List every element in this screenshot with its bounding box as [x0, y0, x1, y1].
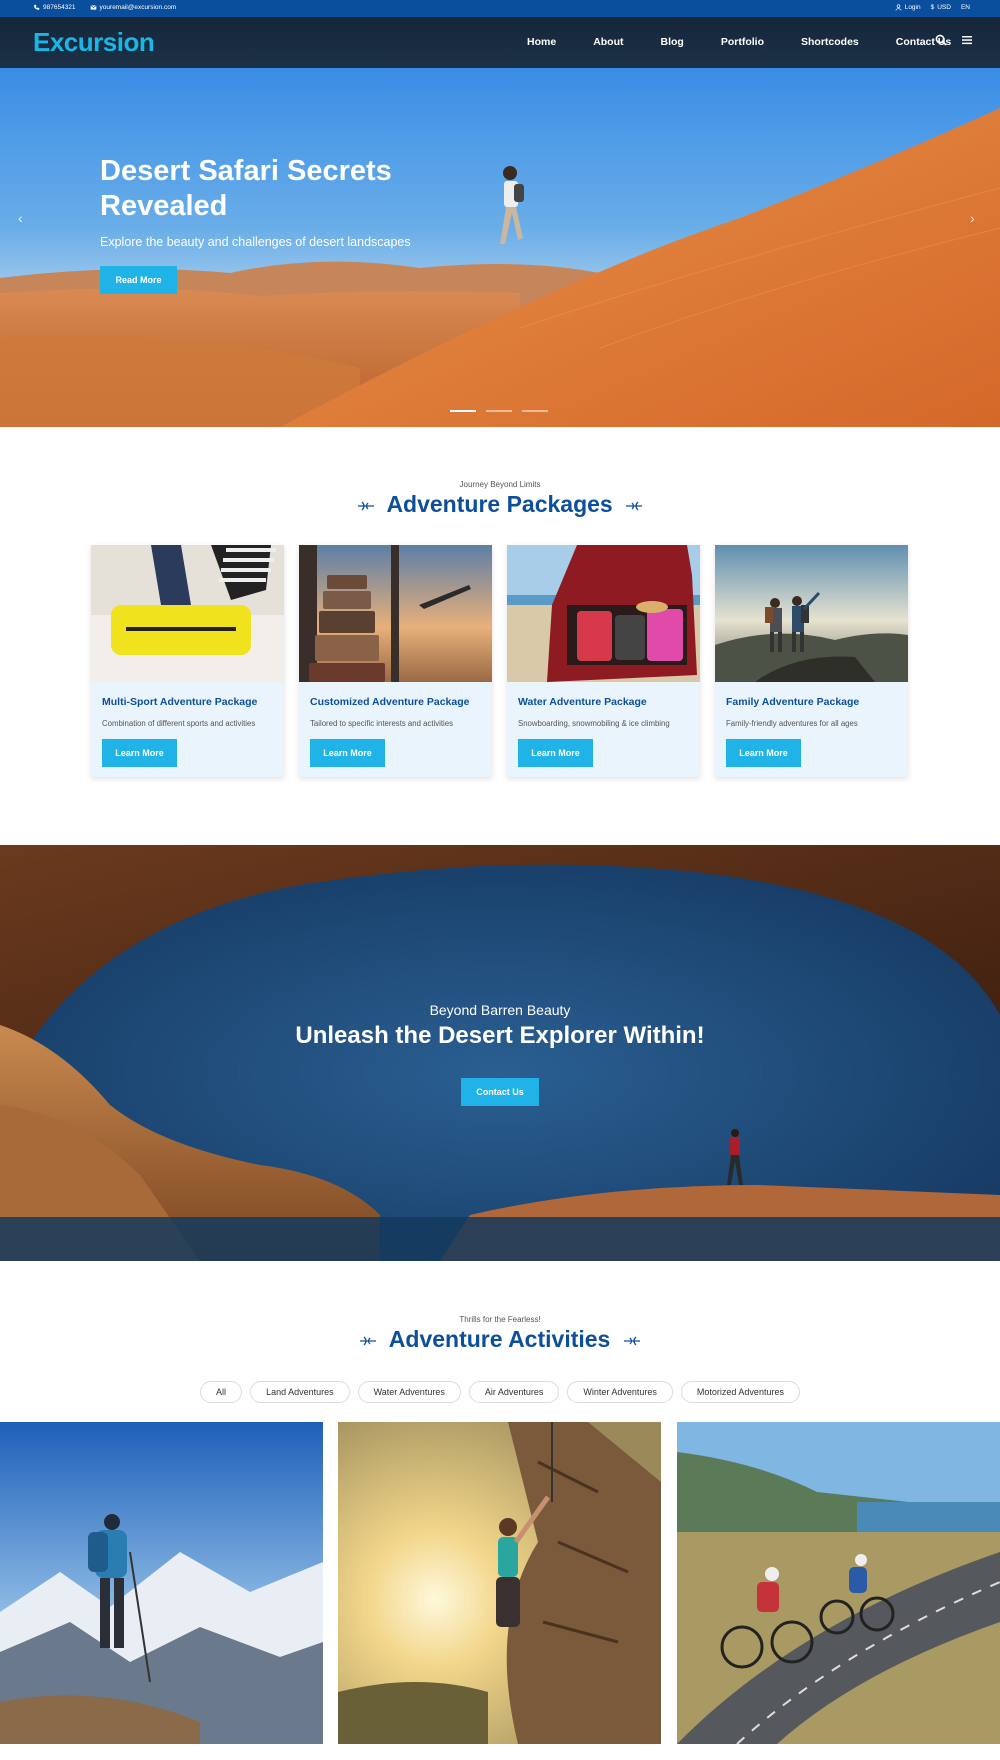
package-card-water[interactable]: Water Adventure Package Snowboarding, sn… — [507, 545, 700, 777]
package-card-multi-sport[interactable]: Multi-Sport Adventure Package Combinatio… — [91, 545, 284, 777]
hero-subtitle: Explore the beauty and challenges of des… — [100, 235, 411, 249]
package-title: Family Adventure Package — [726, 696, 860, 708]
search-icon[interactable] — [935, 34, 947, 46]
read-more-button[interactable]: Read More — [100, 266, 177, 294]
nav-menu: Home About Blog Portfolio Shortcodes Con… — [527, 36, 988, 48]
hiker-figure — [500, 166, 524, 244]
nav-item-home[interactable]: Home — [527, 36, 556, 48]
ornament-left-icon — [360, 1336, 377, 1346]
language-label: EN — [960, 4, 970, 11]
contact-us-button[interactable]: Contact Us — [461, 1078, 539, 1106]
activity-card-climbing[interactable] — [338, 1422, 661, 1744]
login-label: Login — [904, 4, 921, 11]
phone-number: 987654321 — [43, 4, 76, 11]
top-bar: 987654321 youremail@excursion.com Login … — [0, 0, 1000, 17]
activity-image-cyclists — [677, 1422, 1000, 1744]
package-title: Customized Adventure Package — [310, 696, 470, 708]
dollar-icon: $ — [930, 4, 935, 11]
activities-heading: Adventure Activities — [0, 1326, 1000, 1353]
ornament-right-icon — [623, 1336, 640, 1346]
package-description: Family-friendly adventures for all ages — [726, 719, 858, 728]
packages-kicker: Journey Beyond Limits — [459, 480, 541, 489]
banner-title: Unleash the Desert Explorer Within! — [295, 1022, 705, 1049]
activity-card-cycling[interactable] — [677, 1422, 1000, 1744]
activity-filter-bar: All Land Adventures Water Adventures Air… — [0, 1381, 1000, 1403]
currency-label: USD — [937, 4, 951, 11]
site-logo[interactable]: Excursion — [33, 27, 155, 58]
package-image-suitcases-plane — [299, 545, 492, 682]
email-contact[interactable]: youremail@excursion.com — [90, 4, 177, 11]
email-address: youremail@excursion.com — [99, 4, 177, 11]
activities-title: Adventure Activities — [388, 1326, 611, 1352]
filter-water-adventures[interactable]: Water Adventures — [357, 1381, 461, 1403]
filter-air-adventures[interactable]: Air Adventures — [468, 1381, 560, 1403]
mail-icon — [90, 5, 97, 10]
filter-all[interactable]: All — [200, 1381, 243, 1403]
ornament-left-icon — [357, 501, 374, 511]
language-selector[interactable]: EN — [961, 4, 970, 11]
login-link[interactable]: Login — [895, 4, 921, 11]
slider-next-arrow-icon[interactable]: › — [970, 210, 975, 226]
learn-more-button[interactable]: Learn More — [102, 739, 177, 767]
package-card-customized[interactable]: Customized Adventure Package Tailored to… — [299, 545, 492, 777]
package-description: Tailored to specific interests and activ… — [310, 719, 454, 728]
nav-item-portfolio[interactable]: Portfolio — [721, 36, 764, 48]
nav-item-about[interactable]: About — [593, 36, 623, 48]
package-image-luggage — [91, 545, 284, 682]
banner-kicker: Beyond Barren Beauty — [429, 1002, 571, 1018]
hero-slider: Desert Safari Secrets Revealed Explore t… — [0, 68, 1000, 427]
ornament-right-icon — [626, 501, 643, 511]
filter-land-adventures[interactable]: Land Adventures — [250, 1381, 350, 1403]
slider-dot[interactable] — [450, 410, 476, 412]
phone-icon — [34, 4, 40, 10]
phone-contact[interactable]: 987654321 — [33, 4, 76, 11]
activity-image-rock-climber — [338, 1422, 661, 1744]
slider-dot[interactable] — [522, 410, 548, 412]
hamburger-menu-icon[interactable] — [961, 34, 973, 46]
packages-title: Adventure Packages — [386, 491, 613, 517]
package-image-car-trunk — [507, 545, 700, 682]
package-description: Snowboarding, snowmobiling & ice climbin… — [518, 719, 670, 728]
main-navigation: Excursion Home About Blog Portfolio Shor… — [0, 17, 1000, 68]
slider-dot[interactable] — [486, 410, 512, 412]
learn-more-button[interactable]: Learn More — [518, 739, 593, 767]
package-card-family[interactable]: Family Adventure Package Family-friendly… — [715, 545, 908, 777]
currency-selector[interactable]: $ USD — [931, 4, 951, 11]
filter-winter-adventures[interactable]: Winter Adventures — [567, 1381, 673, 1403]
package-description: Combination of different sports and acti… — [102, 719, 256, 728]
user-icon — [895, 4, 902, 11]
cave-arch-image — [0, 845, 1000, 1261]
slider-prev-arrow-icon[interactable]: ‹ — [18, 210, 23, 226]
activity-card-hiking[interactable] — [0, 1422, 323, 1744]
activities-kicker: Thrills for the Fearless! — [459, 1315, 541, 1324]
nav-item-shortcodes[interactable]: Shortcodes — [801, 36, 859, 48]
slider-pagination — [450, 410, 548, 412]
hero-title: Desert Safari Secrets Revealed — [100, 155, 392, 222]
learn-more-button[interactable]: Learn More — [310, 739, 385, 767]
filter-motorized-adventures[interactable]: Motorized Adventures — [680, 1381, 800, 1403]
packages-heading: Adventure Packages — [0, 491, 1000, 518]
package-title: Water Adventure Package — [518, 696, 647, 708]
nav-item-blog[interactable]: Blog — [661, 36, 684, 48]
cta-banner — [0, 845, 1000, 1261]
learn-more-button[interactable]: Learn More — [726, 739, 801, 767]
package-image-hikers — [715, 545, 908, 682]
activity-image-mountain-hiker — [0, 1422, 323, 1744]
package-title: Multi-Sport Adventure Package — [102, 696, 258, 708]
